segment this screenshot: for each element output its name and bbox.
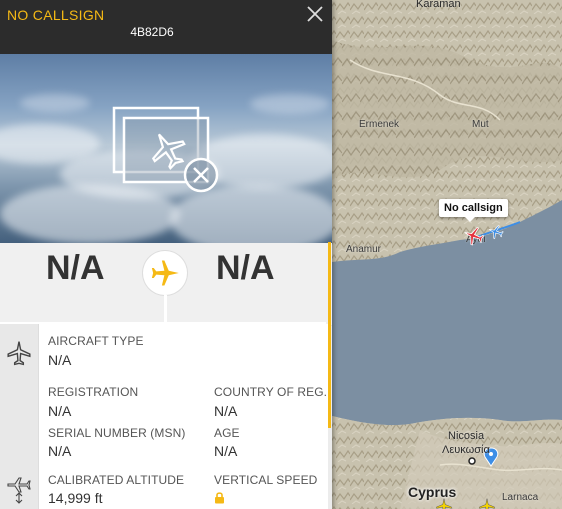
close-icon[interactable] xyxy=(304,3,326,25)
altitude-label: CALIBRATED ALTITUDE xyxy=(48,473,185,487)
panel-header: NO CALLSIGN 4B82D6 xyxy=(0,0,332,54)
flight-details-panel: NO CALLSIGN 4B82D6 N/A N/A AIRCRAFT TYPE… xyxy=(0,0,332,509)
map-label-lefkosa: Λευκωσία xyxy=(442,444,490,456)
aircraft-icon xyxy=(7,341,31,366)
map-label-ermenek: Ermenek xyxy=(359,119,400,130)
aircraft-icon[interactable] xyxy=(434,497,454,509)
altitude-icon xyxy=(7,477,31,504)
vertical-speed-label: VERTICAL SPEED xyxy=(214,473,318,487)
serial-number-value: N/A xyxy=(48,443,72,459)
airplane-icon xyxy=(151,260,179,286)
selected-aircraft-icon[interactable] xyxy=(462,224,486,248)
map-label-larnaca: Larnaca xyxy=(502,492,539,503)
aircraft-type-label: AIRCRAFT TYPE xyxy=(48,334,144,348)
aircraft-icon[interactable] xyxy=(487,223,505,241)
age-label: AGE xyxy=(214,426,240,440)
lock-icon[interactable] xyxy=(214,491,225,504)
aircraft-type-value: N/A xyxy=(48,352,72,368)
no-photo-icon xyxy=(112,106,219,193)
map-label-anamur: Anamur xyxy=(346,244,382,255)
route-plane-badge xyxy=(143,251,187,295)
scrollbar[interactable] xyxy=(328,242,331,428)
country-label: COUNTRY OF REG. xyxy=(214,385,328,399)
origin-code: N/A xyxy=(46,249,105,287)
age-value: N/A xyxy=(214,443,238,459)
map-callsign-tag: No callsign xyxy=(439,199,508,222)
aircraft-icon[interactable] xyxy=(477,497,497,509)
registration-value: N/A xyxy=(48,403,72,419)
hex-code: 4B82D6 xyxy=(130,25,174,39)
serial-number-label: SERIAL NUMBER (MSN) xyxy=(48,426,186,440)
route-summary: N/A N/A xyxy=(0,243,332,326)
map-label-karaman: Karaman xyxy=(416,0,461,10)
registration-label: REGISTRATION xyxy=(48,385,139,399)
map-label-nicosia: Nicosia xyxy=(448,430,485,442)
callsign: NO CALLSIGN xyxy=(7,7,105,23)
aircraft-photo xyxy=(0,54,332,243)
details-icon-column xyxy=(0,324,39,509)
destination-code: N/A xyxy=(216,249,275,287)
map-label-mut: Mut xyxy=(472,119,489,130)
details-section: AIRCRAFT TYPE N/A REGISTRATION N/A COUNT… xyxy=(0,324,328,509)
altitude-value: 14,999 ft xyxy=(48,490,103,506)
country-value: N/A xyxy=(214,403,238,419)
